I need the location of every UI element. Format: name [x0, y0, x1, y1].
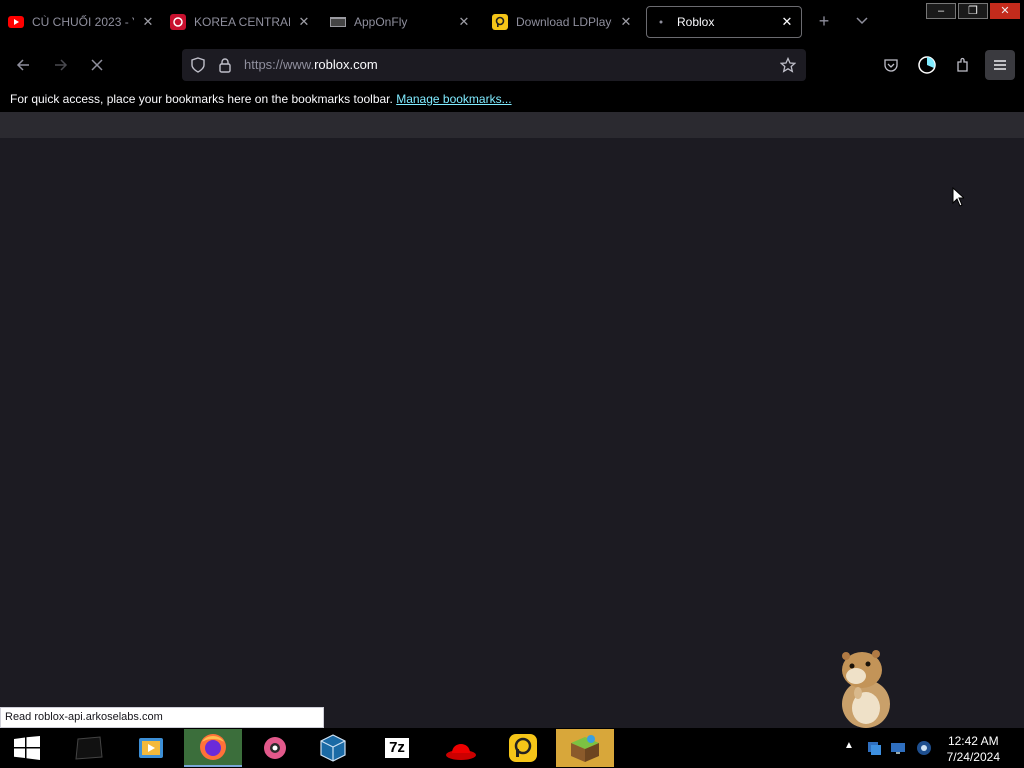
- app-menu-button[interactable]: [985, 50, 1015, 80]
- windows-logo-icon: [14, 736, 40, 760]
- status-text: Read roblox-api.arkoselabs.com: [5, 711, 163, 723]
- new-tab-button[interactable]: +: [814, 12, 834, 32]
- apponfly-icon: [330, 14, 346, 30]
- bookmarks-toolbar: For quick access, place your bookmarks h…: [0, 86, 1024, 112]
- stop-loading-icon[interactable]: [86, 54, 108, 76]
- tab-title: CÙ CHUỐI 2023 - YouTube: [32, 15, 134, 29]
- tracking-protection-shield-icon[interactable]: [190, 57, 206, 78]
- minimize-button[interactable]: –: [926, 3, 956, 19]
- tab-title: KOREA CENTRAL TV: [194, 15, 290, 29]
- navigation-toolbar: https://www.roblox.com: [0, 44, 1024, 86]
- volume-speaker-icon[interactable]: [916, 740, 932, 756]
- tab-title: AppOnFly: [354, 15, 408, 29]
- downloads-progress-icon[interactable]: [916, 54, 938, 76]
- tab-close-icon[interactable]: ✕: [618, 14, 634, 30]
- tab-apponfly[interactable]: AppOnFly ✕: [330, 6, 472, 38]
- start-button[interactable]: [0, 729, 54, 767]
- manage-bookmarks-link[interactable]: Manage bookmarks...: [396, 92, 511, 106]
- tab-close-icon[interactable]: ✕: [779, 14, 795, 30]
- page-loading-strip: [0, 112, 1024, 138]
- taskbar-minecraft-app[interactable]: [556, 729, 614, 767]
- url-prefix: https://www.: [244, 57, 315, 72]
- taskbar-firefox-app[interactable]: [184, 729, 242, 767]
- minecraft-block-icon: [571, 735, 599, 762]
- terminal-icon: [75, 736, 103, 760]
- taskbar-settings-app[interactable]: [246, 729, 304, 767]
- korea-central-tv-icon: [170, 14, 186, 30]
- back-arrow-icon[interactable]: [12, 54, 34, 76]
- status-panel: Read roblox-api.arkoselabs.com: [0, 707, 324, 728]
- taskbar-terminal-app[interactable]: [60, 729, 118, 767]
- taskbar-ldplayer-app[interactable]: [494, 729, 552, 767]
- taskbar-media-player-app[interactable]: [122, 729, 180, 767]
- bookmarks-toolbar-message: For quick access, place your bookmarks h…: [10, 92, 393, 106]
- taskbar: 7z ▲ 12:42 AM 7/24/2024: [0, 728, 1024, 768]
- clock-date: 7/24/2024: [946, 750, 1000, 764]
- tab-korea-central-tv[interactable]: KOREA CENTRAL TV ✕: [170, 6, 312, 38]
- tab-title: Download LDPlayer: [516, 15, 612, 29]
- taskbar-7zip-app[interactable]: 7z: [368, 729, 426, 767]
- tab-youtube[interactable]: CÙ CHUỐI 2023 - YouTube ✕: [8, 6, 156, 38]
- restore-button[interactable]: ❐: [958, 3, 988, 19]
- tab-title: Roblox: [677, 15, 715, 29]
- red-hat-icon: [446, 744, 476, 760]
- taskbar-redhat-app[interactable]: [432, 729, 490, 767]
- close-window-button[interactable]: ✕: [990, 3, 1020, 19]
- 7zip-icon: 7z: [383, 736, 411, 760]
- list-all-tabs-icon[interactable]: [854, 12, 874, 32]
- url-text[interactable]: https://www.roblox.com: [244, 57, 378, 72]
- hamburger-menu-icon: [994, 60, 1006, 70]
- youtube-icon: [8, 14, 24, 30]
- bookmark-star-icon[interactable]: [779, 56, 797, 78]
- extensions-icon[interactable]: [952, 54, 974, 76]
- ldplayer-app-icon: [509, 734, 537, 762]
- page-content: [0, 138, 1024, 728]
- address-bar[interactable]: https://www.roblox.com: [182, 49, 806, 81]
- settings-gear-icon: [264, 737, 286, 759]
- media-player-icon: [139, 738, 163, 758]
- tab-close-icon[interactable]: ✕: [296, 14, 312, 30]
- hamster-desktop-pet-icon: [832, 648, 898, 733]
- system-clock[interactable]: 12:42 AM 7/24/2024: [947, 733, 1000, 765]
- ldplayer-icon: [492, 14, 508, 30]
- forward-arrow-icon[interactable]: [50, 54, 72, 76]
- show-hidden-icons-chevron-icon[interactable]: ▲: [844, 740, 854, 751]
- clock-time: 12:42 AM: [947, 734, 999, 748]
- tab-roblox[interactable]: Roblox ✕: [646, 6, 802, 38]
- tab-strip: CÙ CHUỐI 2023 - YouTube ✕ KOREA CENTRAL …: [0, 0, 1024, 44]
- virtualbox-icon: [320, 734, 346, 762]
- tab-close-icon[interactable]: ✕: [456, 14, 472, 30]
- taskbar-virtualbox-app[interactable]: [304, 729, 362, 767]
- lock-icon[interactable]: [218, 57, 232, 78]
- tab-close-icon[interactable]: ✕: [140, 14, 156, 30]
- mouse-cursor-icon: [952, 186, 966, 212]
- network-icon[interactable]: [866, 740, 882, 756]
- tab-ldplayer[interactable]: Download LDPlayer ✕: [492, 6, 634, 38]
- url-domain: roblox.com: [314, 57, 378, 72]
- loading-dot-icon: [653, 14, 669, 30]
- firefox-icon: [200, 734, 226, 760]
- display-icon[interactable]: [890, 740, 906, 756]
- pocket-icon[interactable]: [880, 54, 902, 76]
